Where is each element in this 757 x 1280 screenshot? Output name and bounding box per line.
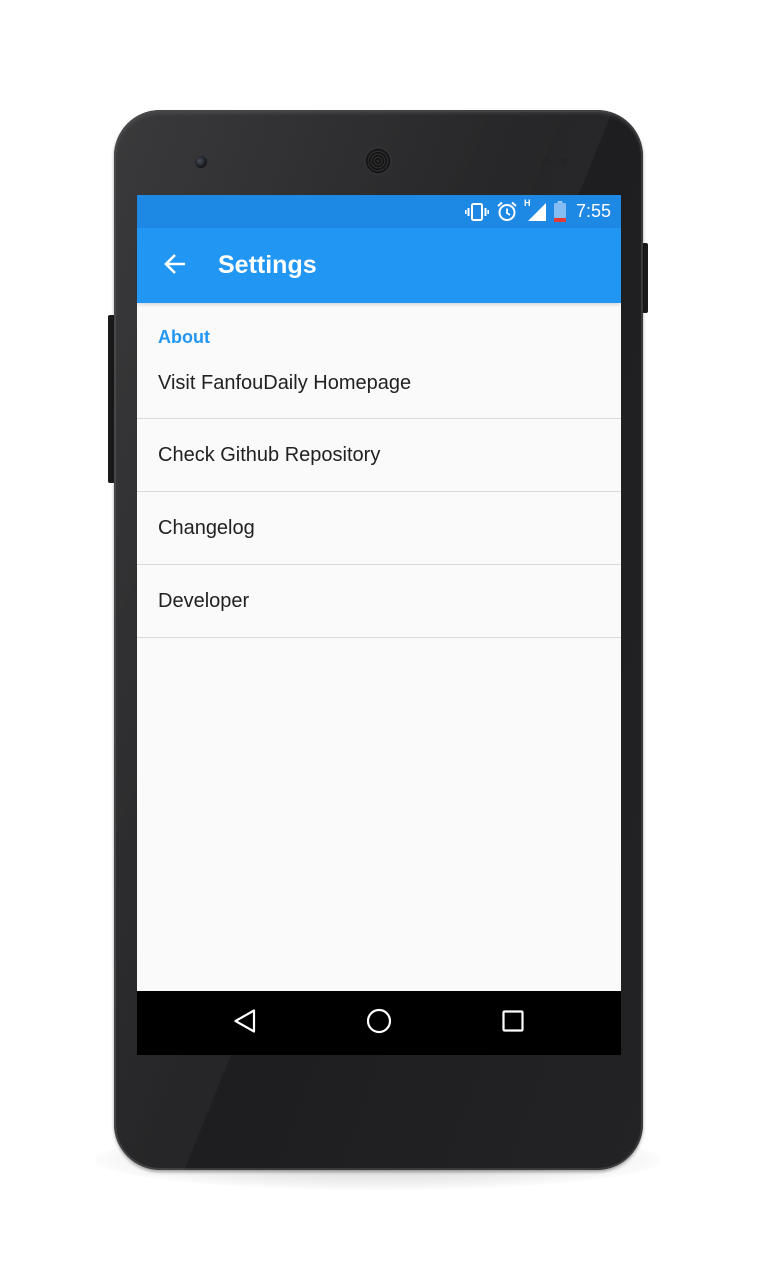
proximity-sensor	[543, 157, 551, 165]
nav-back-button[interactable]	[227, 1005, 263, 1041]
status-clock: 7:55	[575, 201, 611, 221]
pref-item-changelog[interactable]: Changelog	[137, 492, 621, 565]
pref-item-developer[interactable]: Developer	[137, 565, 621, 638]
back-button[interactable]	[155, 246, 195, 286]
earpiece-speaker	[365, 148, 391, 174]
light-sensor	[561, 157, 569, 165]
pref-item-homepage[interactable]: Visit FanfouDaily Homepage	[137, 353, 621, 419]
vibrate-icon	[464, 202, 489, 222]
alarm-icon	[496, 201, 518, 222]
app-bar: Settings	[137, 228, 621, 303]
nav-recents-icon	[501, 1009, 525, 1038]
page-title: Settings	[218, 251, 317, 279]
nav-back-icon	[232, 1008, 258, 1039]
signal-icon: H	[524, 198, 547, 222]
status-icons: H 7:55	[464, 195, 611, 228]
navigation-bar	[137, 991, 621, 1055]
device-mockup: H 7:55 Settings About Visit FanfouDaily …	[0, 0, 757, 1280]
settings-list: About Visit FanfouDaily Homepage Check G…	[137, 303, 621, 638]
nav-home-button[interactable]	[361, 1005, 397, 1041]
status-bar: H 7:55	[137, 195, 621, 228]
section-header-about: About	[158, 327, 210, 347]
pref-item-github[interactable]: Check Github Repository	[137, 419, 621, 492]
battery-low-icon	[553, 201, 566, 222]
screen: H 7:55 Settings About Visit FanfouDaily …	[137, 195, 621, 1055]
nav-home-icon	[365, 1007, 393, 1040]
arrow-back-icon	[163, 252, 187, 281]
network-type-label: H	[523, 197, 531, 208]
front-camera	[195, 156, 207, 168]
nav-recents-button[interactable]	[495, 1005, 531, 1041]
